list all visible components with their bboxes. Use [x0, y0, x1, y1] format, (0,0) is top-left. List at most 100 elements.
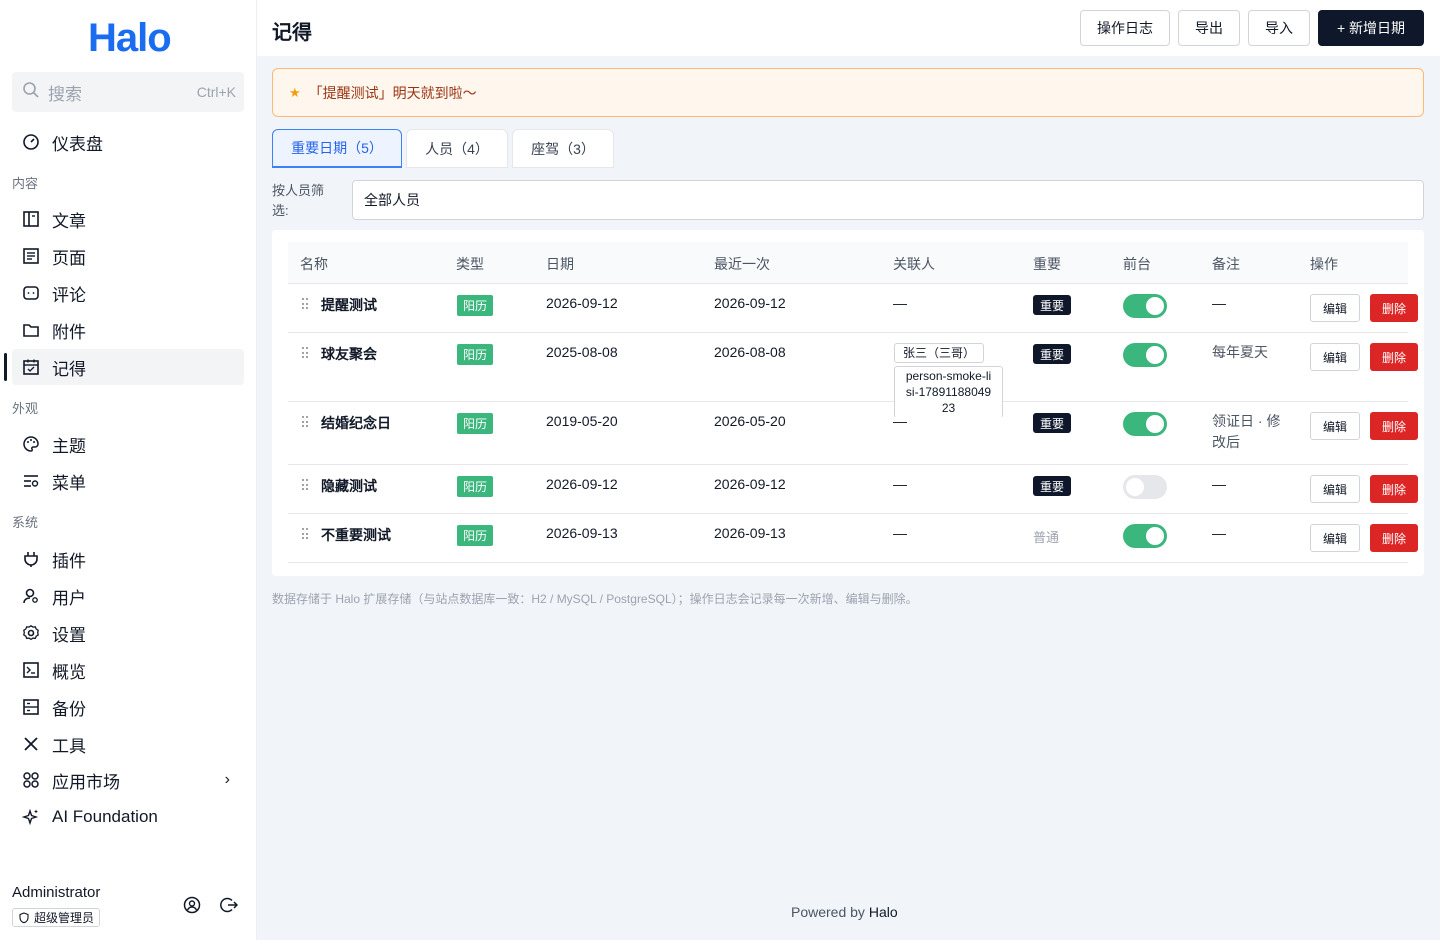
sidebar-item-label: 评论: [52, 285, 86, 305]
sidebar-item-label: 主题: [52, 436, 86, 456]
profile-icon[interactable]: [183, 896, 201, 914]
table-row: 球友聚会 阳历 2025-08-08 2026-08-08 张三（三哥） per…: [288, 333, 1418, 418]
col-note: 备注: [1212, 256, 1240, 272]
add-date-button[interactable]: + 新增日期: [1318, 10, 1424, 46]
col-type: 类型: [456, 256, 484, 272]
row-date: 2026-09-12: [546, 476, 618, 492]
tab-people[interactable]: 人员（4）: [406, 129, 508, 168]
halo-logo[interactable]: Halo: [88, 16, 172, 61]
tab-important-dates[interactable]: 重要日期（5）: [272, 129, 402, 168]
shield-icon: [19, 911, 29, 923]
edit-button[interactable]: 编辑: [1310, 475, 1360, 503]
edit-button[interactable]: 编辑: [1310, 412, 1360, 440]
sidebar-item-settings[interactable]: 设置: [12, 615, 244, 651]
sidebar-item-attachments[interactable]: 附件: [12, 312, 244, 348]
col-people: 关联人: [893, 256, 935, 272]
section-label-appearance: 外观: [12, 401, 39, 416]
frontend-toggle[interactable]: [1123, 475, 1167, 499]
row-note: —: [1212, 525, 1226, 541]
frontend-toggle[interactable]: [1123, 524, 1167, 548]
comment-icon: [22, 284, 40, 302]
sidebar-item-themes[interactable]: 主题: [12, 426, 244, 462]
sidebar-item-plugins[interactable]: 插件: [12, 541, 244, 577]
sidebar-item-ai-foundation[interactable]: AI Foundation: [12, 799, 244, 835]
frontend-toggle[interactable]: [1123, 412, 1167, 436]
export-button[interactable]: 导出: [1178, 10, 1240, 46]
table-row: 提醒测试 阳历 2026-09-12 2026-09-12 — 重要 — 编辑 …: [288, 284, 1418, 333]
edit-button[interactable]: 编辑: [1310, 524, 1360, 552]
row-note: 领证日 · 修改后: [1212, 413, 1281, 450]
role-label: 超级管理员: [34, 911, 95, 925]
sidebar-item-label: AI Foundation: [52, 807, 158, 826]
row-date: 2026-09-12: [546, 295, 618, 311]
sidebar-item-overview[interactable]: 概览: [12, 652, 244, 688]
person-filter-select[interactable]: 全部人员: [352, 180, 1424, 220]
powered-brand[interactable]: Halo: [869, 904, 898, 920]
tab-vehicles[interactable]: 座驾（3）: [512, 129, 614, 168]
sidebar-item-label: 记得: [52, 359, 86, 379]
operation-log-button[interactable]: 操作日志: [1080, 10, 1170, 46]
dates-table-card: 名称 类型 日期 最近一次 关联人 重要 前台 备注 操作 提醒测试 阳历 20…: [272, 230, 1424, 576]
type-badge: 阳历: [457, 413, 494, 434]
import-button[interactable]: 导入: [1248, 10, 1310, 46]
delete-button[interactable]: 删除: [1370, 524, 1418, 552]
sidebar-item-dashboard[interactable]: 仪表盘: [12, 124, 244, 160]
sidebar-item-jide[interactable]: 记得: [4, 349, 244, 385]
search-placeholder: 搜索: [48, 84, 82, 104]
table-row: 结婚纪念日 阳历 2019-05-20 2026-05-20 — 重要 领证日 …: [288, 402, 1418, 465]
gear-icon: [22, 624, 40, 642]
sidebar-item-label: 工具: [52, 736, 86, 756]
tools-icon: [22, 735, 40, 753]
powered-by: Powered by Halo: [791, 904, 898, 920]
important-badge: 重要: [1033, 344, 1072, 364]
drag-handle-icon[interactable]: [302, 298, 310, 310]
sidebar-item-backup[interactable]: 备份: [12, 689, 244, 725]
frontend-toggle[interactable]: [1123, 343, 1167, 367]
delete-button[interactable]: 删除: [1370, 412, 1418, 440]
sidebar-item-pages[interactable]: 页面: [12, 238, 244, 274]
storage-footnote: 数据存储于 Halo 扩展存储（与站点数据库一致：H2 / MySQL / Po…: [272, 592, 918, 606]
sidebar-item-comments[interactable]: 评论: [12, 275, 244, 311]
sidebar-item-label: 应用市场: [52, 772, 120, 792]
plug-icon: [22, 550, 40, 568]
sidebar-item-label: 菜单: [52, 473, 86, 493]
sidebar: Halo 搜索 Ctrl+K 仪表盘 内容 文章 页面 评论 附件 记得 外观 …: [0, 0, 257, 940]
terminal-icon: [22, 661, 40, 679]
delete-button[interactable]: 删除: [1370, 294, 1418, 322]
row-name: 提醒测试: [321, 297, 377, 313]
sparkle-icon: [22, 808, 40, 826]
sidebar-item-label: 页面: [52, 248, 86, 268]
table-row: 隐藏测试 阳历 2026-09-12 2026-09-12 — 重要 — 编辑 …: [288, 465, 1418, 514]
user-name: Administrator: [12, 884, 101, 901]
row-next: 2026-09-12: [714, 476, 786, 492]
delete-button[interactable]: 删除: [1370, 475, 1418, 503]
drag-handle-icon[interactable]: [302, 347, 310, 359]
row-name: 球友聚会: [321, 346, 377, 362]
section-label-system: 系统: [12, 515, 39, 530]
logout-icon[interactable]: [220, 896, 239, 914]
drag-handle-icon[interactable]: [302, 416, 310, 428]
sidebar-item-posts[interactable]: 文章: [12, 201, 244, 237]
sidebar-item-menus[interactable]: 菜单: [12, 463, 244, 499]
role-badge: 超级管理员: [12, 908, 101, 927]
row-people: —: [893, 295, 907, 311]
dashboard-icon: [22, 133, 40, 151]
frontend-toggle[interactable]: [1123, 294, 1167, 318]
edit-button[interactable]: 编辑: [1310, 343, 1360, 371]
drag-handle-icon[interactable]: [302, 528, 310, 540]
sidebar-item-tools[interactable]: 工具: [12, 726, 244, 762]
row-note: 每年夏天: [1212, 344, 1268, 360]
sidebar-item-app-market[interactable]: 应用市场 ›: [12, 762, 244, 798]
row-name: 不重要测试: [321, 527, 391, 543]
edit-button[interactable]: 编辑: [1310, 294, 1360, 322]
page-icon: [22, 247, 40, 265]
section-label-content: 内容: [12, 176, 39, 191]
person-tag: 张三（三哥）: [894, 343, 985, 363]
row-people: —: [893, 476, 907, 492]
drag-handle-icon[interactable]: [302, 479, 310, 491]
col-actions: 操作: [1310, 256, 1338, 272]
col-important: 重要: [1033, 256, 1061, 272]
delete-button[interactable]: 删除: [1370, 343, 1418, 371]
search-box[interactable]: 搜索 Ctrl+K: [12, 72, 244, 112]
sidebar-item-users[interactable]: 用户: [12, 578, 244, 614]
